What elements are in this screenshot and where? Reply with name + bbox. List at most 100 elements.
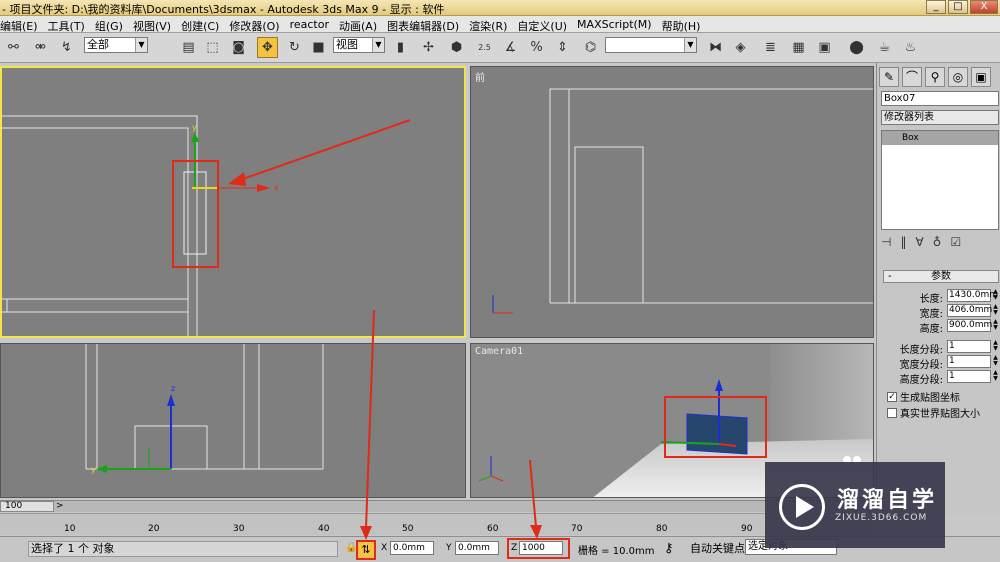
height-segs-field[interactable]: 1 [947, 370, 991, 383]
make-unique-icon[interactable]: ∀ [915, 235, 923, 249]
menu-help[interactable]: 帮助(H) [657, 16, 706, 33]
stack-buttons: ⊣ ‖ ∀ ♁ ☑ [881, 235, 961, 249]
x-coordinate-field[interactable]: 0.0mm [390, 541, 434, 555]
key-icon[interactable]: ⚷ [664, 541, 674, 556]
align-icon[interactable]: ◈ [730, 37, 751, 58]
viewport-left[interactable]: y z [0, 343, 466, 498]
spinner-icon[interactable]: ▲ ▼ [992, 370, 999, 383]
close-button[interactable]: X [970, 0, 998, 14]
menu-modifiers[interactable]: 修改器(O) [224, 16, 284, 33]
length-field[interactable]: 1430.0mm [947, 289, 998, 302]
keyboard-shortcut-icon[interactable]: ⬢ [446, 37, 467, 58]
modifier-stack[interactable]: Box [881, 130, 999, 230]
curve-editor-icon[interactable]: ▦ [788, 37, 809, 58]
absolute-offset-toggle-icon[interactable]: ⇅ [356, 540, 376, 560]
generate-mapping-checkbox[interactable]: ✓ [887, 391, 897, 402]
viewport-top[interactable]: y x [0, 66, 466, 338]
link-icon[interactable]: ⚯ [3, 37, 24, 58]
top-viewport-canvas: y x [2, 115, 279, 336]
pin-stack-icon[interactable]: ⊣ [881, 235, 891, 249]
width-field[interactable]: 406.0mm [947, 304, 992, 317]
spinner-icon[interactable]: ▲ ▼ [992, 319, 999, 332]
window-crossing-icon[interactable]: ◙ [228, 37, 249, 58]
spinner-icon[interactable]: ▲ ▼ [992, 304, 999, 317]
motion-tab-icon[interactable]: ◎ [948, 67, 968, 87]
menu-graph-editors[interactable]: 图表编辑器(D) [382, 16, 464, 33]
svg-text:x: x [274, 183, 279, 192]
show-end-result-icon[interactable]: ‖ [900, 235, 906, 249]
time-slider[interactable]: 100 > [0, 500, 875, 512]
length-segs-field[interactable]: 1 [947, 340, 991, 353]
menu-customize[interactable]: 自定义(U) [512, 16, 572, 33]
menu-edit[interactable]: 编辑(E) [0, 16, 43, 33]
spinner-icon[interactable]: ▲ ▼ [992, 289, 999, 302]
menu-tools[interactable]: 工具(T) [43, 16, 90, 33]
reference-coordinate-dropdown[interactable]: 视图 ▼ [333, 37, 385, 53]
quick-render-icon[interactable]: ♨ [900, 37, 921, 58]
select-object-icon[interactable]: ▤ [178, 37, 199, 58]
menu-rendering[interactable]: 渲染(R) [464, 16, 512, 33]
z-coordinate-field[interactable]: 1000 [519, 541, 563, 555]
select-scale-icon[interactable]: ■ [308, 37, 329, 58]
real-world-map-checkbox[interactable] [887, 407, 897, 418]
spinner-icon[interactable]: ▲ ▼ [992, 355, 999, 368]
viewport-front[interactable]: 前 [470, 66, 874, 338]
angle-snap-icon[interactable]: ∡ [500, 37, 521, 58]
material-editor-icon[interactable]: ⬤ [846, 37, 867, 58]
spinner-snap-icon[interactable]: ⇕ [552, 37, 573, 58]
layer-manager-icon[interactable]: ≣ [760, 37, 781, 58]
menu-reactor[interactable]: reactor [285, 16, 334, 32]
real-world-map-row[interactable]: 真实世界贴图大小 [887, 405, 980, 420]
remove-modifier-icon[interactable]: ♁ [933, 235, 942, 249]
height-field[interactable]: 900.0mm [947, 319, 992, 332]
parameters-rollout-header[interactable]: - 参数 [883, 270, 999, 283]
minimize-button[interactable]: _ [926, 0, 946, 14]
width-segs-field[interactable]: 1 [947, 355, 991, 368]
next-frame-button[interactable]: > [56, 501, 66, 512]
menu-maxscript[interactable]: MAXScript(M) [572, 16, 657, 32]
bind-space-warp-icon[interactable]: ↯ [56, 37, 77, 58]
percent-snap-icon[interactable]: % [526, 37, 547, 58]
select-region-icon[interactable]: ⬚ [202, 37, 223, 58]
stack-item-box[interactable]: Box [882, 131, 998, 145]
schematic-view-icon[interactable]: ▣ [814, 37, 835, 58]
menu-create[interactable]: 创建(C) [176, 16, 224, 33]
create-tab-icon[interactable]: ✎ [879, 67, 899, 87]
front-viewport-canvas [492, 88, 873, 314]
svg-text:y: y [192, 123, 197, 132]
hierarchy-tab-icon[interactable]: ⚲ [925, 67, 945, 87]
selection-filter-dropdown[interactable]: 全部 ▼ [84, 37, 148, 53]
param-label: 长度分段: [899, 345, 943, 356]
select-manipulate-icon[interactable]: ✢ [418, 37, 439, 58]
param-label: 宽度分段: [899, 360, 943, 371]
menu-group[interactable]: 组(G) [90, 16, 128, 33]
time-slider-thumb[interactable]: 100 [0, 501, 54, 512]
render-scene-icon[interactable]: ☕ [874, 37, 895, 58]
edit-named-selection-icon[interactable]: ⌬ [580, 37, 601, 58]
restore-button[interactable]: □ [948, 0, 968, 14]
modify-tab-icon[interactable]: ⌒ [902, 67, 922, 87]
y-coordinate-field[interactable]: 0.0mm [455, 541, 499, 555]
track-bar[interactable]: 10 20 30 40 50 60 70 80 90 [0, 513, 875, 535]
z-label: Z [511, 543, 518, 553]
named-selection-dropdown[interactable]: ▼ [605, 37, 697, 53]
ruler-tick: 40 [318, 524, 330, 534]
object-name-field[interactable]: Box07 [881, 91, 999, 106]
display-tab-icon[interactable]: ▣ [971, 67, 991, 87]
configure-modifier-sets-icon[interactable]: ☑ [950, 235, 961, 249]
menu-animation[interactable]: 动画(A) [334, 16, 382, 33]
param-label: 宽度: [919, 309, 943, 320]
pivot-center-icon[interactable]: ▮ [390, 37, 411, 58]
reference-coordinate-value: 视图 [336, 38, 358, 51]
snaps-toggle-icon[interactable]: 2.5 [474, 37, 495, 58]
unlink-icon[interactable]: ⚮ [30, 37, 51, 58]
select-move-icon[interactable]: ✥ [257, 37, 278, 58]
spinner-icon[interactable]: ▲ ▼ [992, 340, 999, 353]
selection-status: 选择了 1 个 对象 [28, 541, 338, 557]
modifier-list-dropdown[interactable]: 修改器列表 [881, 110, 999, 125]
auto-key-button[interactable]: 自动关键点 [690, 540, 745, 556]
generate-mapping-row[interactable]: ✓ 生成贴图坐标 [887, 389, 960, 404]
mirror-icon[interactable]: ⧓ [705, 37, 726, 58]
select-rotate-icon[interactable]: ↻ [284, 37, 305, 58]
menu-views[interactable]: 视图(V) [128, 16, 176, 33]
